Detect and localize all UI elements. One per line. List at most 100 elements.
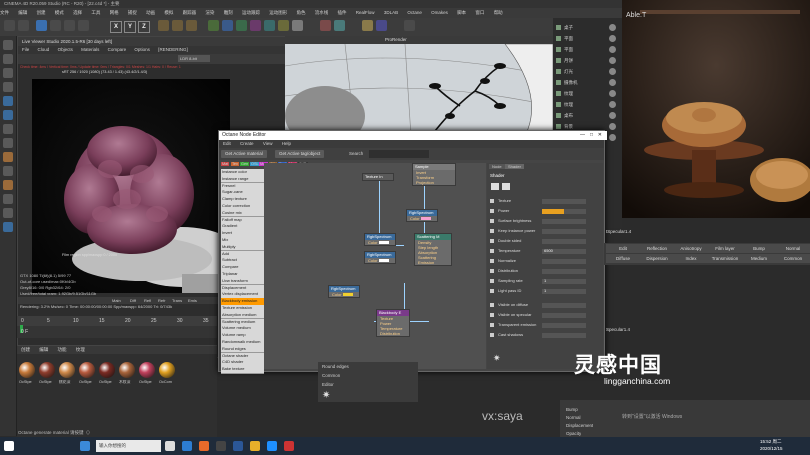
render-view-icon[interactable] xyxy=(172,20,183,31)
tab-mat[interactable]: Mat xyxy=(221,162,230,166)
color-swatch[interactable] xyxy=(378,241,389,244)
spline-icon[interactable] xyxy=(222,20,233,31)
prop-field[interactable]: 1 xyxy=(542,288,586,294)
palette-icon[interactable] xyxy=(3,194,13,204)
taskbar-app-icon[interactable] xyxy=(182,441,192,451)
lv-menu-item[interactable]: Cloud xyxy=(38,47,50,52)
menu-item[interactable]: Octane xyxy=(407,10,422,15)
prop-field[interactable] xyxy=(542,199,586,204)
expand-icon[interactable] xyxy=(490,199,494,203)
palette-icon[interactable] xyxy=(3,110,13,120)
expand-icon[interactable] xyxy=(490,219,494,223)
menu-item[interactable]: 创建 xyxy=(37,10,46,15)
prop-field[interactable] xyxy=(542,239,586,244)
material-tag-icon[interactable] xyxy=(609,90,616,97)
node-preview-icon[interactable] xyxy=(491,183,499,190)
axis-y-icon[interactable]: Y xyxy=(124,21,136,33)
palette-icon[interactable] xyxy=(3,222,13,232)
realflow-icon[interactable] xyxy=(320,20,331,31)
axis-x-icon[interactable]: X xyxy=(110,21,122,33)
menu-item[interactable]: 帮助 xyxy=(494,10,503,15)
rotate-icon[interactable] xyxy=(78,20,89,31)
tab-shader[interactable]: Shader xyxy=(505,164,524,169)
object-row[interactable]: 平面 xyxy=(553,33,622,44)
minimize-icon[interactable]: — xyxy=(580,131,585,140)
menu-item[interactable]: 运动跟踪 xyxy=(242,10,260,15)
material-ball[interactable] xyxy=(139,362,155,378)
lv-menu-item[interactable]: Materials xyxy=(81,47,99,52)
palette-icon[interactable] xyxy=(3,68,13,78)
taskbar-search[interactable]: 输入你想搜的 xyxy=(96,440,161,452)
material-tab[interactable]: Dispersion xyxy=(640,254,674,263)
material-tab[interactable]: Reflection xyxy=(640,244,674,253)
menu-item[interactable]: 流水线 xyxy=(315,10,329,15)
object-row[interactable]: 月饼 xyxy=(553,55,622,66)
nurbs-icon[interactable] xyxy=(236,20,247,31)
color-swatch[interactable] xyxy=(420,217,431,220)
material-tag-icon[interactable] xyxy=(609,35,616,42)
node-rgb[interactable]: RgbSpectrum Color xyxy=(328,285,360,298)
edge-icon[interactable] xyxy=(80,441,90,451)
search-input[interactable] xyxy=(369,150,429,158)
menu-item[interactable]: 模拟 xyxy=(164,10,173,15)
material-tag-icon[interactable] xyxy=(609,24,616,31)
menu-item[interactable]: 捕捉 xyxy=(128,10,137,15)
palette-icon[interactable] xyxy=(3,40,13,50)
prop-row[interactable]: Keep instance power xyxy=(490,227,602,235)
prop-field[interactable] xyxy=(542,259,586,264)
palette-icon[interactable] xyxy=(3,152,13,162)
lv-menu-item[interactable]: Compare xyxy=(108,47,127,52)
material-tab[interactable]: Transmission xyxy=(708,254,742,263)
menu-item[interactable]: RealFlow xyxy=(356,10,375,15)
ne-menu-item[interactable]: View xyxy=(263,141,273,146)
material-tab[interactable]: Bump xyxy=(742,244,776,253)
scene-icon[interactable] xyxy=(264,20,275,31)
menu-item[interactable]: 动画 xyxy=(146,10,155,15)
expand-icon[interactable] xyxy=(490,229,494,233)
object-row[interactable]: 桌子 xyxy=(553,22,622,33)
attr-item[interactable]: Bump xyxy=(566,407,578,412)
frame-field[interactable]: 0 F xyxy=(21,329,28,335)
palette-icon[interactable] xyxy=(3,96,13,106)
expand-icon[interactable] xyxy=(490,313,494,317)
palette-icon[interactable] xyxy=(3,82,13,92)
material-ball[interactable] xyxy=(59,362,75,378)
prop-row[interactable]: Power 1 xyxy=(490,207,602,215)
node-sample[interactable]: Sample Invert Transform Projection xyxy=(412,163,456,186)
material-ball[interactable] xyxy=(99,362,115,378)
taskbar-app-icon[interactable] xyxy=(250,441,260,451)
sun-icon[interactable] xyxy=(362,20,373,31)
material-tag-icon[interactable] xyxy=(609,112,616,119)
taskbar-app-icon[interactable] xyxy=(233,441,243,451)
octane-icon[interactable] xyxy=(334,20,345,31)
stat-tab[interactable]: Emis xyxy=(188,297,197,304)
palette-icon[interactable] xyxy=(3,166,13,176)
node-blackbody-emission[interactable]: Blackbody E Texture Power Temperature Di… xyxy=(376,309,410,337)
tab-node[interactable]: Node xyxy=(489,164,505,169)
3d-viewport[interactable]: ProRender xyxy=(285,36,553,136)
node-rgb[interactable]: RgbSpectrum Color xyxy=(364,251,396,264)
node-graph[interactable]: Texture In Sample Invert Transform Proje… xyxy=(264,163,486,369)
material-tab[interactable]: Edit xyxy=(606,244,640,253)
menu-item[interactable]: 网格 xyxy=(110,10,119,15)
menu-item[interactable]: 跟踪器 xyxy=(183,10,197,15)
prop-row[interactable]: Light pass ID 1 xyxy=(490,287,602,295)
tab-tex[interactable]: Tex xyxy=(231,162,239,166)
material-tag-icon[interactable] xyxy=(609,134,616,141)
taskbar-app-icon[interactable] xyxy=(284,441,294,451)
object-row[interactable]: 纹理 xyxy=(553,88,622,99)
mat-menu-item[interactable]: 功能 xyxy=(58,347,67,352)
expand-icon[interactable] xyxy=(490,303,494,307)
palette-icon[interactable] xyxy=(3,54,13,64)
prop-field[interactable] xyxy=(542,303,586,308)
material-tag-icon[interactable] xyxy=(609,46,616,53)
shader-preview-icon[interactable] xyxy=(502,183,510,190)
layout-icon[interactable] xyxy=(404,20,415,31)
expand-icon[interactable] xyxy=(490,289,494,293)
material-tab[interactable]: Common xyxy=(776,254,810,263)
lv-menu-item[interactable]: File xyxy=(22,47,29,52)
palette-icon[interactable] xyxy=(3,208,13,218)
material-tab[interactable]: Film layer xyxy=(708,244,742,253)
object-row[interactable]: 灯光 xyxy=(553,66,622,77)
expand-icon[interactable] xyxy=(490,209,494,213)
